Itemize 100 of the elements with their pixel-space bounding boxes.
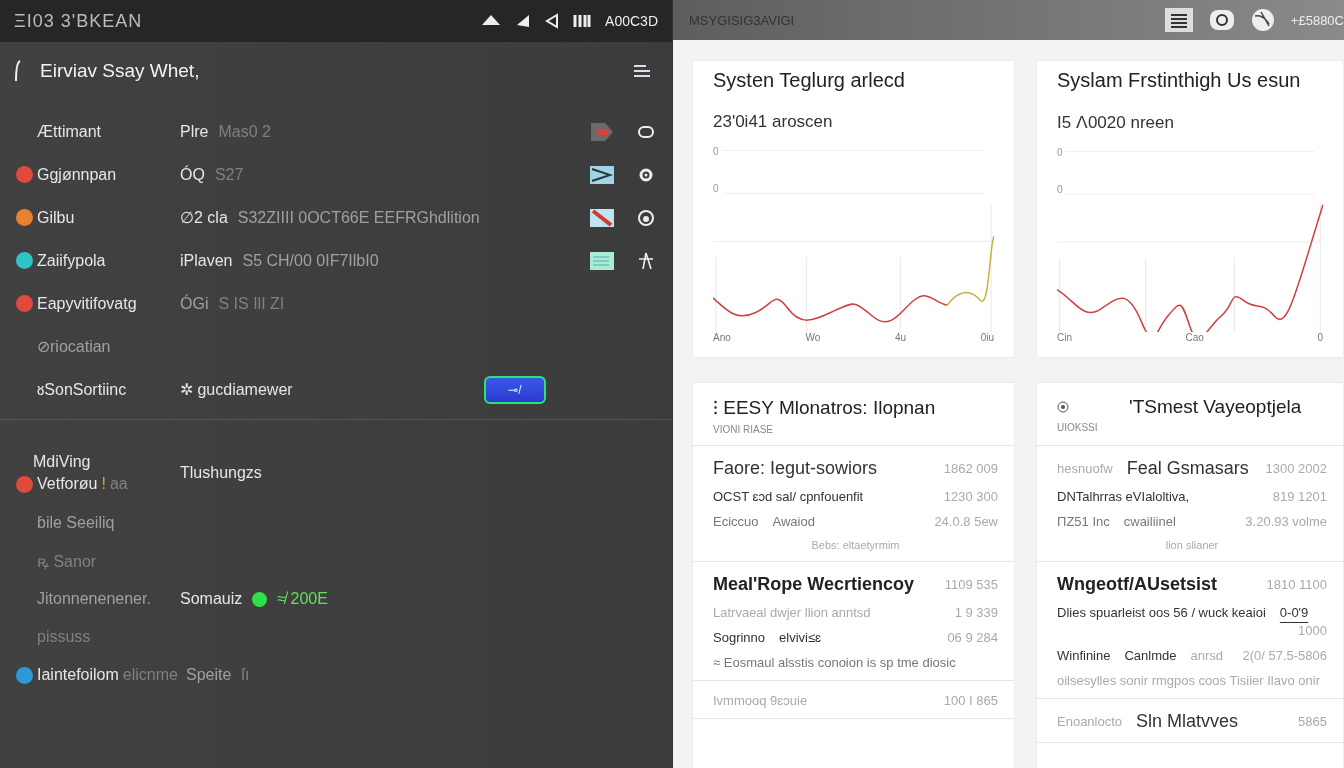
list-icon[interactable] <box>1164 8 1193 32</box>
setting-value: ∅2 cla <box>180 208 228 227</box>
setting-label: Gilbu <box>37 208 75 227</box>
list-text: Feal Gsmasars <box>1126 458 1249 479</box>
setting-label: elicnme <box>122 666 178 684</box>
card-value: 23'0i41 aroscen <box>713 112 834 132</box>
setting-value: S5 CH/00 0IF7IlbI0 <box>242 251 379 270</box>
signal-icon <box>515 13 532 29</box>
list-text: Latrvaeal dwjer llion anntsd <box>713 605 871 620</box>
setting-value: Somauiz <box>180 590 243 608</box>
list-value: 06 9 284 <box>947 630 998 645</box>
list-text: hesnuofw <box>1057 461 1113 476</box>
list-text: Eciccuo <box>713 514 759 529</box>
setting-label: ! <box>101 475 106 493</box>
card-title: ⁝ EESY Mlonatros: Ilopnan <box>713 395 936 420</box>
card-title: 'TSmest Vayeoptjela <box>1129 395 1302 418</box>
battery-icon <box>573 13 592 29</box>
axis-label: Cin <box>1057 332 1072 343</box>
list-text: DNTalhrras eVIaloltiva, <box>1057 489 1190 504</box>
action-button[interactable]: ⊸/ <box>484 375 546 404</box>
setting-label: Iaintefoilom <box>37 666 119 684</box>
list-text: ≈ Eosmaul alsstis conoion is sp tme diosic <box>713 655 956 670</box>
card-subtitle: VIONI RIASE <box>713 423 774 435</box>
list-text: anrsd <box>1190 648 1224 663</box>
list-text: 0-0'9 <box>1279 605 1309 620</box>
list-text: Canlmde <box>1124 648 1177 663</box>
axis-label: 0 <box>713 183 719 194</box>
setting-label: ⊘riocatian <box>37 337 111 356</box>
list-text: Awaiod <box>772 514 815 529</box>
setting-label: Ggjønnpan <box>37 165 117 184</box>
card-title: Syslam Frstinthigh Us esun <box>1057 69 1302 92</box>
list-text: Wngeotf/AUsetsist <box>1057 574 1217 595</box>
list-text: lion slianer <box>1165 539 1219 551</box>
list-value: 1230 300 <box>943 489 998 504</box>
setting-value: ſı <box>241 666 250 684</box>
target-icon <box>1057 400 1069 413</box>
list-value: 1109 535 <box>944 577 998 592</box>
list-value: 1862 009 <box>943 461 998 476</box>
setting-value: S32ZIIII 0OCT66E EEFRGhdlition <box>237 208 480 227</box>
list-text: OCST ɛɔd sal/ cpnfouenfit <box>713 489 864 504</box>
list-value: 100 I 865 <box>943 693 998 708</box>
list-value: 5865 <box>1298 714 1327 729</box>
page-title: Eirviav Ssay Whet, <box>40 60 201 82</box>
account-label[interactable]: +£5880C <box>1290 12 1344 28</box>
list-text: Faore: Iegut-sowiors <box>713 458 878 479</box>
notepad-icon <box>589 249 615 272</box>
axis-label: Ano <box>713 332 731 343</box>
setting-value: S27 <box>214 165 244 184</box>
camera-icon[interactable] <box>1208 8 1235 32</box>
globe-icon[interactable] <box>1250 8 1275 32</box>
setting-value: ✲ gucdiamewer <box>180 380 293 399</box>
envelope-icon <box>589 163 615 186</box>
list-text: Sogrinno <box>713 630 766 645</box>
setting-label: Zaiifypola <box>37 251 106 270</box>
axis-label: 0 <box>713 146 719 157</box>
setting-value: ÓQ <box>180 165 205 184</box>
setting-label: ɓile Seeiliq <box>37 514 115 532</box>
axis-label: Cao <box>1185 332 1204 343</box>
status-title: ΞI03 3'BKEAN <box>14 10 144 32</box>
clock: A00C3D <box>605 13 658 29</box>
setting-label: aa <box>109 475 128 493</box>
list-text: Bebs: eltaetyrmim <box>811 539 900 551</box>
list-text: elvivi≤ɛ <box>779 630 822 645</box>
list-value: 2(0/ 57.5-5806 <box>1242 648 1327 663</box>
setting-value: iPlaven <box>180 251 233 270</box>
setting-label: ꝶ Sanor <box>37 552 97 572</box>
setting-label: Eapyvitifovatg <box>37 294 137 313</box>
setting-value: Mas0 2 <box>218 122 271 141</box>
setting-value: Tlushungzs <box>180 464 262 482</box>
card-value: I5 ⴷ0020 nreen <box>1057 112 1175 133</box>
axis-label: 0 <box>1317 332 1323 343</box>
list-text: Enoanlocto <box>1057 714 1123 729</box>
list-text: Dlies spuarleist oos 56 / wuck keaioi <box>1057 605 1266 620</box>
setting-label: Jitonnenenener. <box>37 590 151 608</box>
list-value: 819 1201 <box>1272 489 1327 504</box>
menu-icon[interactable] <box>632 64 650 78</box>
setting-label: Vetforøu <box>37 475 98 493</box>
tag-icon <box>589 120 615 143</box>
setting-value: Speite <box>185 666 232 684</box>
list-value: 1810 1100 <box>1266 577 1327 592</box>
list-value: 24.0.8 5ew <box>934 514 998 529</box>
list-text: oilsesylles sonir rmgpos coos Tisiier Ilavo onir <box>1057 673 1320 688</box>
list-text: Winfinine <box>1057 648 1111 663</box>
axis-label: 0 <box>1057 184 1063 195</box>
list-text: cwailiinel <box>1123 514 1176 529</box>
list-value: 1 9 339 <box>954 605 998 620</box>
setting-value: Plre <box>180 122 209 141</box>
list-value: 1300 2002 <box>1265 461 1327 476</box>
pencil-card-icon <box>589 206 615 229</box>
setting-value: ÓGi <box>180 294 209 313</box>
setting-value: ≉ 200E <box>277 590 328 608</box>
axis-label: Wo <box>805 332 821 343</box>
card-subtitle: UIOKSSI <box>1057 421 1099 433</box>
axis-label: 4u <box>894 332 906 343</box>
setting-label: pissuss <box>37 628 91 646</box>
card-title: Systen Teglurg arlecd <box>713 69 906 92</box>
setting-value: S IS IlI ZI <box>218 294 285 313</box>
list-text: ΠZ51 Inc <box>1057 514 1110 529</box>
setting-label: MdiVing <box>33 453 92 471</box>
list-value: 1000 <box>1298 623 1327 638</box>
